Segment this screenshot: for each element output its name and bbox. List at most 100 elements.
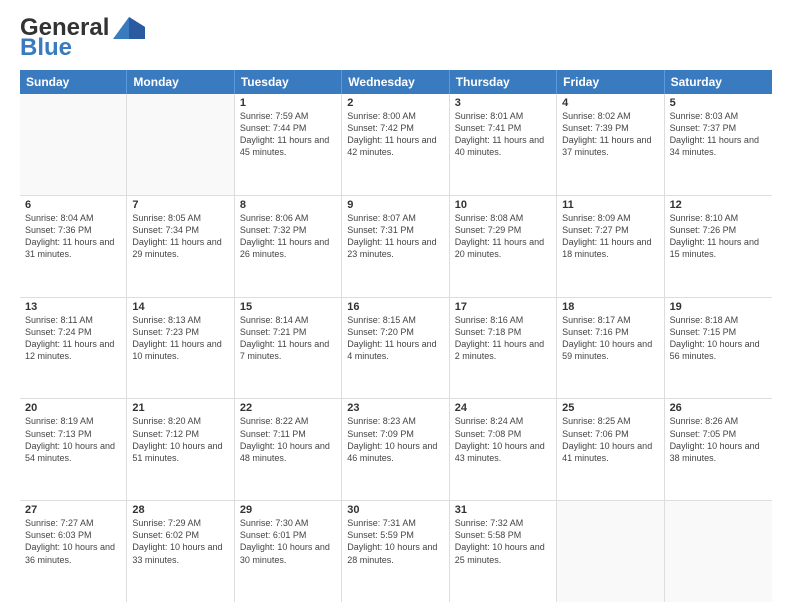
calendar-cell: 8Sunrise: 8:06 AMSunset: 7:32 PMDaylight…: [235, 196, 342, 297]
calendar-cell: 18Sunrise: 8:17 AMSunset: 7:16 PMDayligh…: [557, 298, 664, 399]
calendar-body: 1Sunrise: 7:59 AMSunset: 7:44 PMDaylight…: [20, 94, 772, 602]
calendar-cell: 28Sunrise: 7:29 AMSunset: 6:02 PMDayligh…: [127, 501, 234, 602]
calendar-cell: 16Sunrise: 8:15 AMSunset: 7:20 PMDayligh…: [342, 298, 449, 399]
day-number: 16: [347, 301, 443, 313]
calendar-cell: 14Sunrise: 8:13 AMSunset: 7:23 PMDayligh…: [127, 298, 234, 399]
cell-info: Sunrise: 7:32 AMSunset: 5:58 PMDaylight:…: [455, 517, 551, 566]
calendar-cell: 13Sunrise: 8:11 AMSunset: 7:24 PMDayligh…: [20, 298, 127, 399]
cell-info: Sunrise: 8:08 AMSunset: 7:29 PMDaylight:…: [455, 212, 551, 261]
day-number: 17: [455, 301, 551, 313]
day-number: 25: [562, 402, 658, 414]
cell-info: Sunrise: 8:03 AMSunset: 7:37 PMDaylight:…: [670, 110, 767, 159]
day-header-wednesday: Wednesday: [342, 70, 449, 94]
calendar-cell: 27Sunrise: 7:27 AMSunset: 6:03 PMDayligh…: [20, 501, 127, 602]
day-number: 4: [562, 97, 658, 109]
cell-info: Sunrise: 8:14 AMSunset: 7:21 PMDaylight:…: [240, 314, 336, 363]
calendar-cell: 24Sunrise: 8:24 AMSunset: 7:08 PMDayligh…: [450, 399, 557, 500]
calendar-cell: 1Sunrise: 7:59 AMSunset: 7:44 PMDaylight…: [235, 94, 342, 195]
day-header-saturday: Saturday: [665, 70, 772, 94]
day-number: 14: [132, 301, 228, 313]
day-number: 13: [25, 301, 121, 313]
cell-info: Sunrise: 8:09 AMSunset: 7:27 PMDaylight:…: [562, 212, 658, 261]
cell-info: Sunrise: 8:18 AMSunset: 7:15 PMDaylight:…: [670, 314, 767, 363]
calendar-cell: 21Sunrise: 8:20 AMSunset: 7:12 PMDayligh…: [127, 399, 234, 500]
cell-info: Sunrise: 8:10 AMSunset: 7:26 PMDaylight:…: [670, 212, 767, 261]
cell-info: Sunrise: 8:22 AMSunset: 7:11 PMDaylight:…: [240, 415, 336, 464]
day-number: 22: [240, 402, 336, 414]
day-number: 23: [347, 402, 443, 414]
day-number: 12: [670, 199, 767, 211]
logo-icon: [113, 17, 145, 39]
calendar-cell: 29Sunrise: 7:30 AMSunset: 6:01 PMDayligh…: [235, 501, 342, 602]
logo-blue: Blue: [20, 36, 72, 60]
calendar-cell: 25Sunrise: 8:25 AMSunset: 7:06 PMDayligh…: [557, 399, 664, 500]
cell-info: Sunrise: 8:01 AMSunset: 7:41 PMDaylight:…: [455, 110, 551, 159]
calendar-cell: 30Sunrise: 7:31 AMSunset: 5:59 PMDayligh…: [342, 501, 449, 602]
calendar-cell: 9Sunrise: 8:07 AMSunset: 7:31 PMDaylight…: [342, 196, 449, 297]
calendar-cell: 22Sunrise: 8:22 AMSunset: 7:11 PMDayligh…: [235, 399, 342, 500]
cell-info: Sunrise: 8:04 AMSunset: 7:36 PMDaylight:…: [25, 212, 121, 261]
cell-info: Sunrise: 8:26 AMSunset: 7:05 PMDaylight:…: [670, 415, 767, 464]
page: General Blue SundayMondayTuesdayWednesda…: [0, 0, 792, 612]
day-number: 6: [25, 199, 121, 211]
cell-info: Sunrise: 8:11 AMSunset: 7:24 PMDaylight:…: [25, 314, 121, 363]
calendar: SundayMondayTuesdayWednesdayThursdayFrid…: [20, 70, 772, 602]
cell-info: Sunrise: 8:00 AMSunset: 7:42 PMDaylight:…: [347, 110, 443, 159]
day-header-thursday: Thursday: [450, 70, 557, 94]
day-header-tuesday: Tuesday: [235, 70, 342, 94]
day-number: 1: [240, 97, 336, 109]
day-number: 15: [240, 301, 336, 313]
calendar-cell: 31Sunrise: 7:32 AMSunset: 5:58 PMDayligh…: [450, 501, 557, 602]
cell-info: Sunrise: 8:25 AMSunset: 7:06 PMDaylight:…: [562, 415, 658, 464]
calendar-cell: 17Sunrise: 8:16 AMSunset: 7:18 PMDayligh…: [450, 298, 557, 399]
cell-info: Sunrise: 7:30 AMSunset: 6:01 PMDaylight:…: [240, 517, 336, 566]
calendar-cell: 3Sunrise: 8:01 AMSunset: 7:41 PMDaylight…: [450, 94, 557, 195]
day-number: 5: [670, 97, 767, 109]
cell-info: Sunrise: 8:05 AMSunset: 7:34 PMDaylight:…: [132, 212, 228, 261]
calendar-cell: 20Sunrise: 8:19 AMSunset: 7:13 PMDayligh…: [20, 399, 127, 500]
cell-info: Sunrise: 8:13 AMSunset: 7:23 PMDaylight:…: [132, 314, 228, 363]
calendar-cell: 19Sunrise: 8:18 AMSunset: 7:15 PMDayligh…: [665, 298, 772, 399]
day-number: 31: [455, 504, 551, 516]
calendar-header: SundayMondayTuesdayWednesdayThursdayFrid…: [20, 70, 772, 94]
calendar-cell: 5Sunrise: 8:03 AMSunset: 7:37 PMDaylight…: [665, 94, 772, 195]
day-number: 27: [25, 504, 121, 516]
header: General Blue: [20, 16, 772, 60]
cell-info: Sunrise: 8:07 AMSunset: 7:31 PMDaylight:…: [347, 212, 443, 261]
cell-info: Sunrise: 8:02 AMSunset: 7:39 PMDaylight:…: [562, 110, 658, 159]
day-number: 24: [455, 402, 551, 414]
calendar-row-4: 27Sunrise: 7:27 AMSunset: 6:03 PMDayligh…: [20, 501, 772, 602]
cell-info: Sunrise: 8:20 AMSunset: 7:12 PMDaylight:…: [132, 415, 228, 464]
calendar-cell: 2Sunrise: 8:00 AMSunset: 7:42 PMDaylight…: [342, 94, 449, 195]
day-number: 10: [455, 199, 551, 211]
logo: General Blue: [20, 16, 145, 60]
day-header-friday: Friday: [557, 70, 664, 94]
calendar-cell: 10Sunrise: 8:08 AMSunset: 7:29 PMDayligh…: [450, 196, 557, 297]
calendar-row-2: 13Sunrise: 8:11 AMSunset: 7:24 PMDayligh…: [20, 298, 772, 400]
calendar-cell: [20, 94, 127, 195]
calendar-cell: 11Sunrise: 8:09 AMSunset: 7:27 PMDayligh…: [557, 196, 664, 297]
cell-info: Sunrise: 8:24 AMSunset: 7:08 PMDaylight:…: [455, 415, 551, 464]
day-number: 2: [347, 97, 443, 109]
cell-info: Sunrise: 8:06 AMSunset: 7:32 PMDaylight:…: [240, 212, 336, 261]
day-number: 9: [347, 199, 443, 211]
day-number: 20: [25, 402, 121, 414]
cell-info: Sunrise: 7:27 AMSunset: 6:03 PMDaylight:…: [25, 517, 121, 566]
calendar-row-3: 20Sunrise: 8:19 AMSunset: 7:13 PMDayligh…: [20, 399, 772, 501]
calendar-cell: [127, 94, 234, 195]
cell-info: Sunrise: 8:17 AMSunset: 7:16 PMDaylight:…: [562, 314, 658, 363]
day-number: 11: [562, 199, 658, 211]
cell-info: Sunrise: 8:19 AMSunset: 7:13 PMDaylight:…: [25, 415, 121, 464]
day-number: 3: [455, 97, 551, 109]
day-header-monday: Monday: [127, 70, 234, 94]
day-number: 7: [132, 199, 228, 211]
calendar-cell: 12Sunrise: 8:10 AMSunset: 7:26 PMDayligh…: [665, 196, 772, 297]
day-number: 19: [670, 301, 767, 313]
calendar-cell: 7Sunrise: 8:05 AMSunset: 7:34 PMDaylight…: [127, 196, 234, 297]
day-number: 26: [670, 402, 767, 414]
day-number: 29: [240, 504, 336, 516]
calendar-row-1: 6Sunrise: 8:04 AMSunset: 7:36 PMDaylight…: [20, 196, 772, 298]
calendar-cell: 4Sunrise: 8:02 AMSunset: 7:39 PMDaylight…: [557, 94, 664, 195]
calendar-cell: [557, 501, 664, 602]
calendar-row-0: 1Sunrise: 7:59 AMSunset: 7:44 PMDaylight…: [20, 94, 772, 196]
